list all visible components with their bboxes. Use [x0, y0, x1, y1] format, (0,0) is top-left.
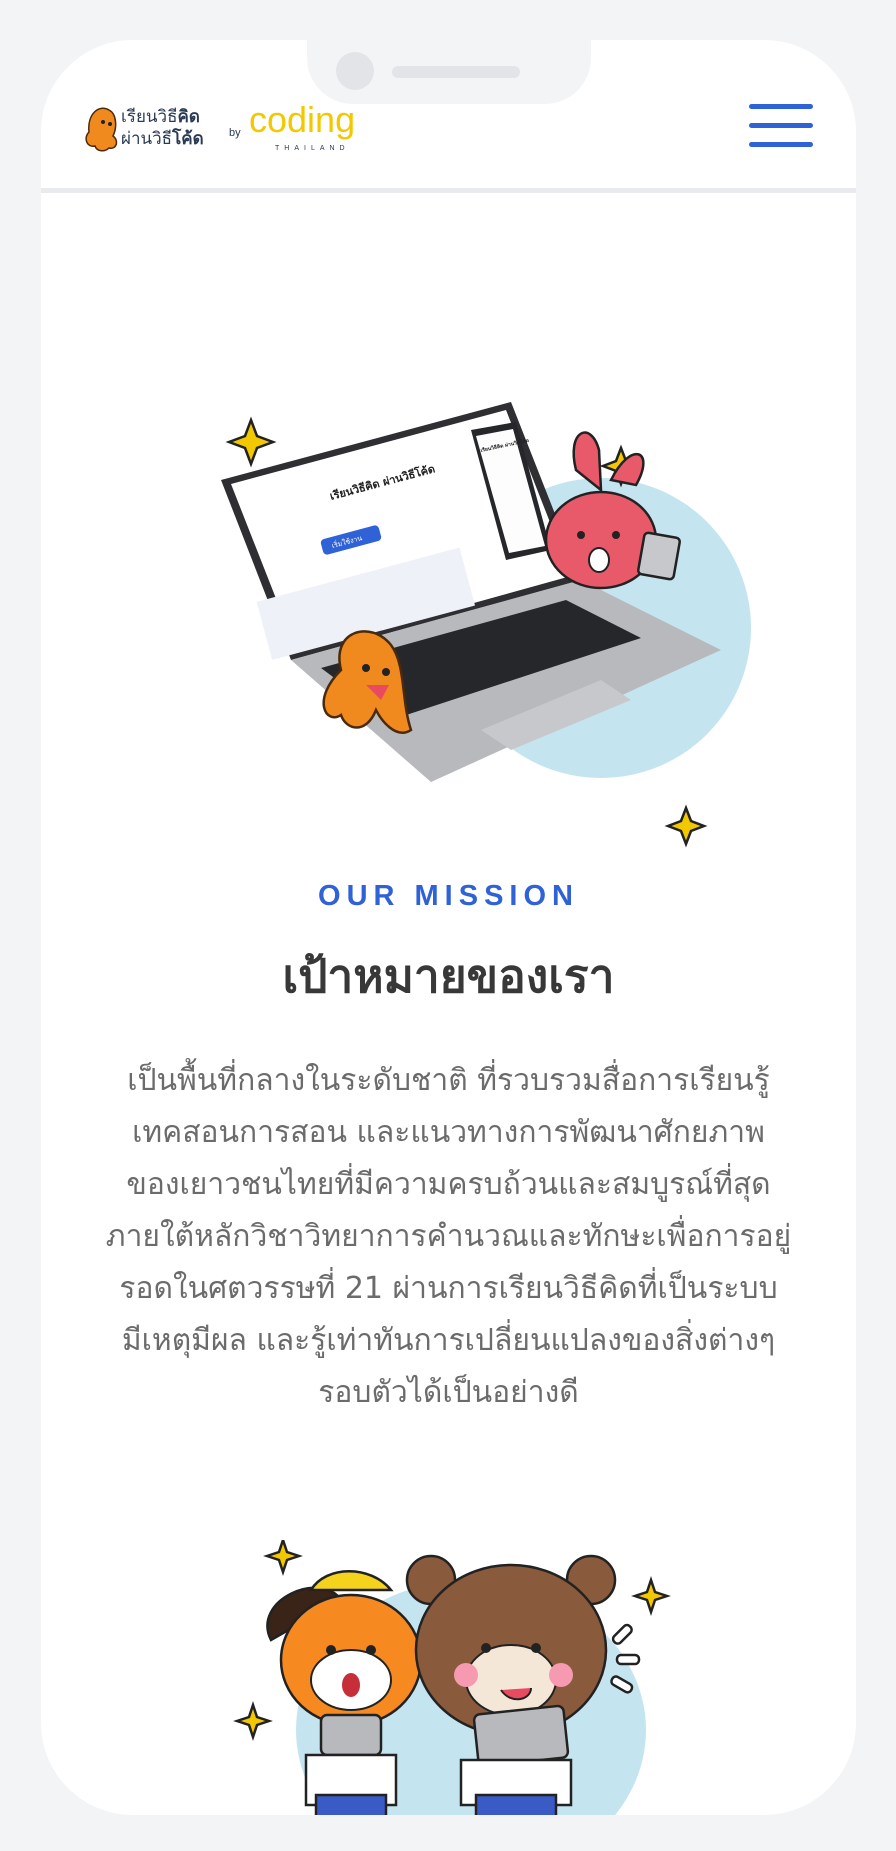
logo-line2-b: โค้ด — [171, 128, 204, 149]
logo-brand: coding — [249, 99, 355, 140]
hamburger-menu-icon[interactable] — [749, 92, 813, 162]
speaker-grille — [392, 66, 520, 78]
mission-line: ของเยาวชนไทยที่มีความครบถ้วนและสมบูรณ์ที… — [126, 1167, 771, 1202]
menu-bar-bottom — [749, 142, 813, 147]
section-title: เป้าหมายของเรา — [282, 949, 615, 1003]
mission-line: เทคสอนการสอน และแนวทางการพัฒนาศักยภาพ — [132, 1115, 765, 1150]
phone-screen: เรียนวิธีคิด ผ่านวิธีโค้ด by coding THAI… — [41, 40, 856, 1815]
section-eyebrow: OUR MISSION — [318, 880, 579, 912]
logo-by: by — [229, 127, 241, 139]
mascots-tablet-illustration — [233, 1540, 671, 1815]
phone-frame: เรียนวิธีคิด ผ่านวิธีโค้ด by coding THAI… — [0, 0, 896, 1851]
svg-text:เรียนวิธีคิด: เรียนวิธีคิด — [121, 107, 200, 127]
hero-laptop-illustration: เรียนวิธีคิด ผ่านวิธีโค้ด เริ่มใช้งาน เร… — [221, 402, 751, 848]
mission-description: เป็นพื้นที่กลางในระดับชาติ ที่รวบรวมสื่อ… — [71, 1055, 826, 1419]
mission-line: มีเหตุมีผล และรู้เท่าทันการเปลี่ยนแปลงขอ… — [121, 1323, 776, 1358]
menu-bar-top — [749, 104, 813, 109]
menu-bar-middle — [749, 123, 813, 128]
svg-text:ผ่านวิธีโค้ด: ผ่านวิธีโค้ด — [121, 128, 204, 149]
octopus-mascot-icon — [85, 107, 118, 152]
logo-brand-sub: THAILAND — [275, 145, 350, 152]
mission-line: รอบตัวได้เป็นอย่างดี — [318, 1375, 579, 1410]
mission-line: รอดในศตวรรษที่ 21 ผ่านการเรียนวิธีคิดที่… — [119, 1271, 778, 1306]
mission-line: เป็นพื้นที่กลางในระดับชาติ ที่รวบรวมสื่อ… — [127, 1063, 770, 1098]
logo-line2-a: ผ่านวิธี — [121, 129, 172, 149]
logo-line1-b: คิด — [177, 107, 199, 127]
logo-line1-a: เรียนวิธี — [121, 107, 177, 127]
mission-line: ภายใต้หลักวิชาวิทยาการคำนวณและทักษะเพื่อ… — [105, 1219, 792, 1254]
front-camera-icon — [336, 52, 374, 90]
